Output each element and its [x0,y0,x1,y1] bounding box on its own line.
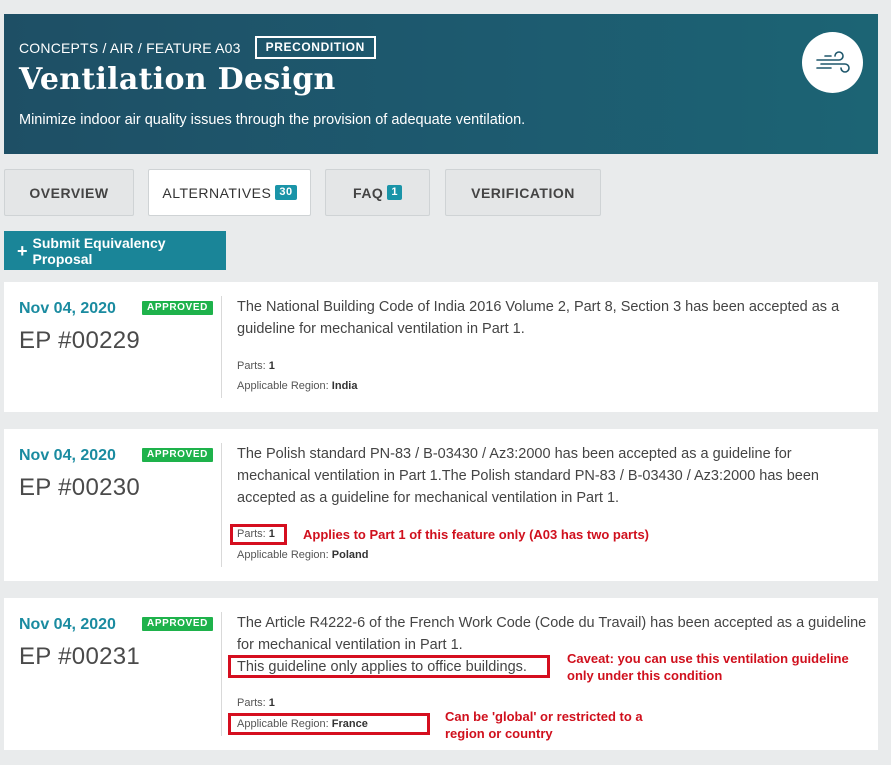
parts-info: Parts: 1 [237,360,275,372]
region-highlight-box [228,713,430,735]
region-annotation-line1: Can be 'global' or restricted to a [445,709,643,724]
caveat-annotation-line1: Caveat: you can use this ventilation gui… [567,651,849,666]
parts-value: 1 [268,697,275,709]
tab-verification[interactable]: VERIFICATION [445,169,601,216]
card-divider [221,612,222,736]
region-label: Applicable Region: [237,380,329,392]
card-divider [221,443,222,567]
proposal-date: Nov 04, 2020 [19,447,116,464]
status-badge: APPROVED [142,448,213,462]
breadcrumb-row: CONCEPTS / AIR / FEATURE A03 PRECONDITIO… [19,36,376,59]
tab-label: ALTERNATIVES [162,184,272,201]
proposal-description: The National Building Code of India 2016… [237,299,840,337]
caveat-highlight-box [228,655,550,678]
region-annotation-line2: region or country [445,726,553,741]
feature-header: CONCEPTS / AIR / FEATURE A03 PRECONDITIO… [4,14,878,154]
submit-equivalency-proposal-button[interactable]: + Submit Equivalency Proposal [4,231,226,270]
plus-icon: + [17,240,28,261]
region-value: Poland [331,549,369,561]
parts-annotation: Applies to Part 1 of this feature only (… [303,527,650,542]
proposal-number[interactable]: EP #00231 [19,643,140,671]
caveat-annotation-line2: only under this condition [567,668,723,683]
submit-button-label: Submit Equivalency Proposal [32,234,166,267]
region-info: Applicable Region: Poland [237,549,368,561]
parts-label: Parts: [237,697,266,709]
parts-info: Parts: 1 [237,697,275,709]
faq-count-badge: 1 [387,185,402,200]
tab-alternatives[interactable]: ALTERNATIVES 30 [148,169,311,216]
page-subtitle: Minimize indoor air quality issues throu… [19,112,526,128]
proposal-date: Nov 04, 2020 [19,616,116,633]
parts-label: Parts: [237,360,266,372]
tab-faq[interactable]: FAQ 1 [325,169,430,216]
proposal-date: Nov 04, 2020 [19,300,116,317]
tab-label: OVERVIEW [29,184,109,201]
breadcrumb[interactable]: CONCEPTS / AIR / FEATURE A03 [19,40,241,56]
proposal-number[interactable]: EP #00230 [19,474,140,502]
proposal-number[interactable]: EP #00229 [19,327,140,355]
parts-highlight-box [230,524,287,545]
card-divider [221,296,222,398]
feature-icon-circle [802,32,863,93]
precondition-badge: PRECONDITION [254,36,376,59]
parts-value: 1 [268,360,275,372]
proposal-description: The Polish standard PN-83 / B-03430 / Az… [237,446,819,506]
region-info: Applicable Region: India [237,380,357,392]
region-label: Applicable Region: [237,549,329,561]
alternatives-count-badge: 30 [275,185,297,200]
status-badge: APPROVED [142,617,213,631]
tab-label: VERIFICATION [471,184,575,201]
tab-overview[interactable]: OVERVIEW [4,169,134,216]
tab-label: FAQ [353,184,384,201]
page-title: Ventilation Design [19,62,336,97]
proposal-card: Nov 04, 2020 APPROVED EP #00229 The Nati… [4,282,878,412]
region-value: India [331,380,358,392]
wind-icon [815,50,850,73]
proposal-card: Nov 04, 2020 APPROVED EP #00230 The Poli… [4,429,878,581]
status-badge: APPROVED [142,301,213,315]
